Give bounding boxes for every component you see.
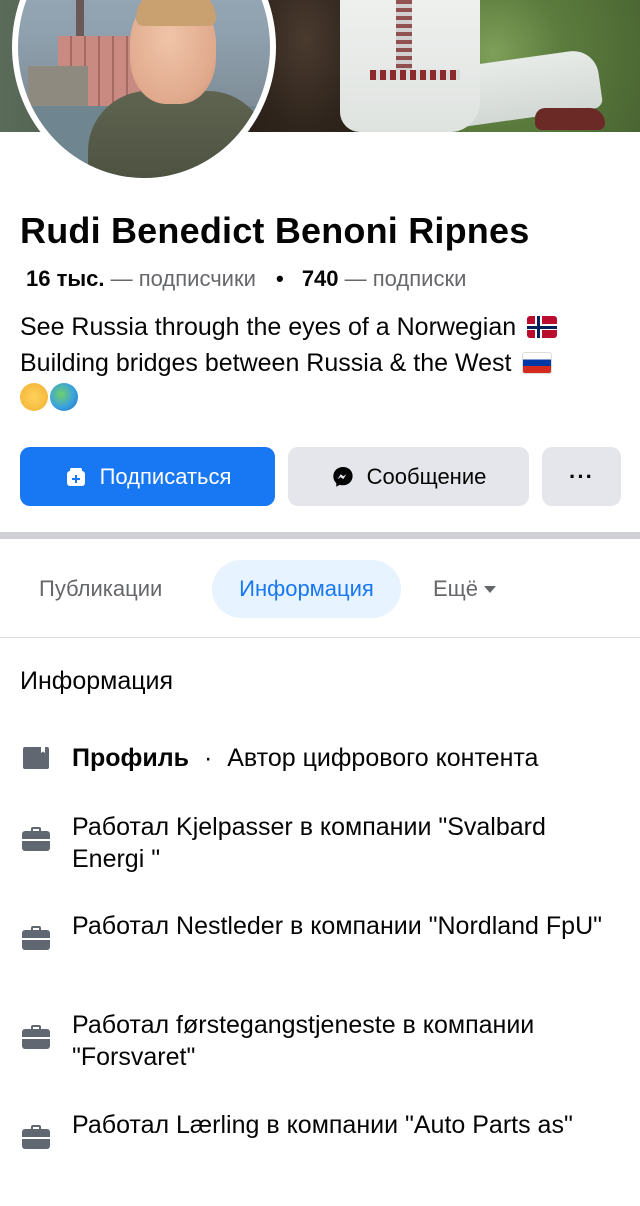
follow-button[interactable]: Подписаться xyxy=(20,447,275,506)
more-options-icon: ··· xyxy=(569,463,594,489)
handshake-icon xyxy=(20,383,48,411)
messenger-icon xyxy=(332,466,353,487)
briefcase-icon xyxy=(22,1125,50,1149)
tab-info-label: Информация xyxy=(239,576,374,601)
info-section-title: Информация xyxy=(20,667,174,695)
following-count[interactable]: 740 xyxy=(302,266,339,291)
work-item-text: Работал Nestleder в компании "Nordland F… xyxy=(72,912,603,940)
profile-separator: · xyxy=(203,744,213,772)
work-item-text: Работал Kjelpasser в компании "Svalbard … xyxy=(72,813,546,873)
work-item-text: Работал førstegangstjeneste в компании "… xyxy=(72,1011,535,1071)
profile-name: Rudi Benedict Benoni Ripnes xyxy=(20,210,530,251)
section-divider xyxy=(0,532,640,539)
following-label[interactable]: — подписки xyxy=(345,266,467,291)
profile-bio: See Russia through the eyes of a Norwegi… xyxy=(20,309,630,417)
briefcase-icon xyxy=(22,827,50,851)
follow-button-label: Подписаться xyxy=(99,463,232,489)
profile-category-icon xyxy=(23,747,49,769)
stats-separator: • xyxy=(275,266,284,291)
briefcase-icon xyxy=(22,1025,50,1049)
bio-line-2: Building bridges between Russia & the We… xyxy=(20,349,512,377)
tab-info[interactable]: Информация xyxy=(212,560,401,618)
tab-more[interactable]: Ещё xyxy=(433,560,497,618)
profile-avatar[interactable] xyxy=(12,0,276,184)
tab-more-label: Ещё xyxy=(433,576,479,601)
profile-stats: 16 тыс. — подписчики • 740 — подписки xyxy=(26,266,466,292)
bio-line-1: See Russia through the eyes of a Norwegi… xyxy=(20,313,517,341)
followers-count[interactable]: 16 тыс. xyxy=(26,266,105,291)
profile-label: Профиль xyxy=(72,744,190,772)
message-button-label: Сообщение xyxy=(366,463,487,489)
globe-icon xyxy=(50,383,78,411)
followers-label[interactable]: — подписчики xyxy=(111,266,256,291)
norway-flag-icon xyxy=(527,316,558,338)
caret-down-icon xyxy=(484,585,497,593)
tabs-divider xyxy=(0,637,640,638)
message-button[interactable]: Сообщение xyxy=(288,447,529,506)
profile-category: Автор цифрового контента xyxy=(227,744,539,772)
tab-posts[interactable]: Публикации xyxy=(39,560,162,618)
russia-flag-icon xyxy=(522,352,553,374)
briefcase-icon xyxy=(22,926,50,950)
follow-icon xyxy=(66,467,85,486)
more-options-button[interactable]: ··· xyxy=(542,447,621,506)
work-item-text: Работал Lærling в компании "Auto Parts a… xyxy=(72,1111,573,1139)
tab-posts-label: Публикации xyxy=(39,576,163,601)
